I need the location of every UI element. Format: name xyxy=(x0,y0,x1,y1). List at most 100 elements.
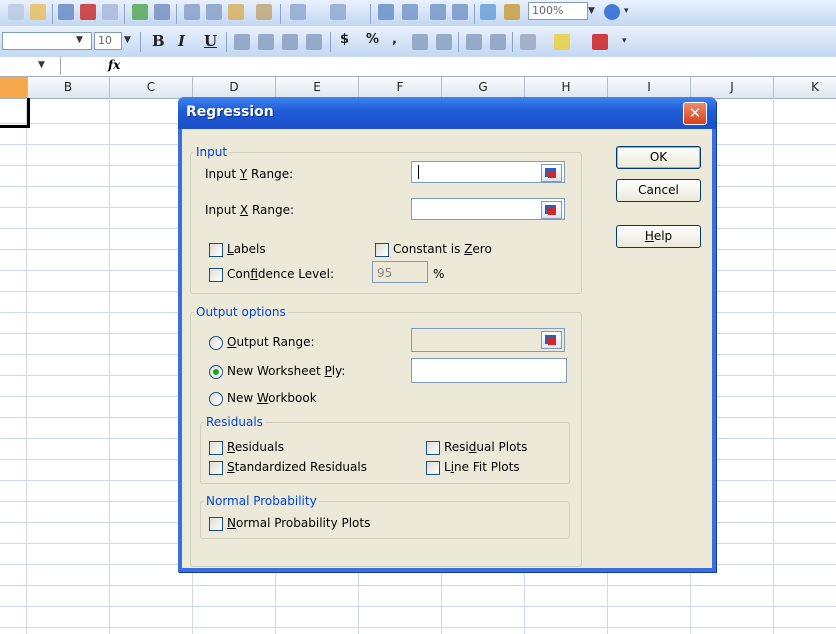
name-box-dropdown-icon[interactable]: ▼ xyxy=(38,60,45,70)
standard-toolbar: 100% ▼ ▾ xyxy=(0,0,836,27)
new-worksheet-ply-field[interactable] xyxy=(411,358,567,383)
residuals-checkbox[interactable] xyxy=(209,441,223,455)
increase-decimal-icon[interactable] xyxy=(412,34,428,50)
column-header-i[interactable]: I xyxy=(608,77,691,98)
constant-is-zero-label: Constant is Zero xyxy=(393,242,492,256)
comma-button[interactable]: , xyxy=(392,32,397,47)
decrease-indent-icon[interactable] xyxy=(466,34,482,50)
grid-row-line xyxy=(0,585,836,586)
standardized-residuals-label: Standardized Residuals xyxy=(227,460,367,474)
name-box[interactable] xyxy=(0,57,61,75)
column-header-d[interactable]: D xyxy=(193,77,276,98)
currency-button[interactable]: $ xyxy=(340,32,349,47)
ok-button[interactable]: OK xyxy=(616,146,701,169)
line-fit-plots-checkbox[interactable] xyxy=(426,461,440,475)
output-range-collapse-icon[interactable] xyxy=(541,331,562,349)
font-size-dropdown-icon[interactable]: ▼ xyxy=(124,35,131,45)
confidence-level-checkbox[interactable] xyxy=(209,268,223,282)
help-icon[interactable] xyxy=(604,4,620,20)
text-caret xyxy=(418,165,419,179)
zoom-value: 100% xyxy=(532,4,564,17)
column-header-k[interactable]: K xyxy=(774,77,836,98)
column-header-e[interactable]: E xyxy=(276,77,359,98)
grid-row-line xyxy=(0,627,836,628)
column-header-j[interactable]: J xyxy=(691,77,774,98)
fill-color-icon[interactable] xyxy=(554,34,570,50)
autosum-icon[interactable] xyxy=(402,4,418,20)
font-name-dropdown-icon[interactable]: ▼ xyxy=(76,35,83,45)
print-icon[interactable] xyxy=(102,4,118,20)
open-icon[interactable] xyxy=(30,4,46,20)
regression-dialog: Regression ✕ Input Input Y Range: Input … xyxy=(178,97,716,572)
format-painter-icon[interactable] xyxy=(256,4,272,20)
font-color-icon[interactable] xyxy=(592,34,608,50)
toolbar-options-icon[interactable]: ▾ xyxy=(624,6,629,16)
sort-descending-icon[interactable] xyxy=(452,4,468,20)
x-range-collapse-icon[interactable] xyxy=(541,201,562,219)
new-workbook-radio[interactable] xyxy=(209,392,223,406)
bold-button[interactable]: B xyxy=(152,32,165,50)
underline-button[interactable]: U xyxy=(204,32,217,50)
insert-function-icon[interactable]: fx xyxy=(108,58,120,72)
drawing-icon[interactable] xyxy=(504,4,520,20)
grid-column-line xyxy=(109,98,110,634)
dialog-body: Input Input Y Range: Input X Range: Labe… xyxy=(182,129,712,568)
column-header-b[interactable]: B xyxy=(27,77,110,98)
copy-icon[interactable] xyxy=(206,4,222,20)
italic-button[interactable]: I xyxy=(178,32,185,50)
permission-icon[interactable] xyxy=(80,4,96,20)
labels-checkbox[interactable] xyxy=(209,243,223,257)
input-x-range-label: Input X Range: xyxy=(205,203,295,217)
constant-is-zero-checkbox[interactable] xyxy=(375,243,389,257)
formatting-options-icon[interactable]: ▾ xyxy=(622,36,627,46)
percent-button[interactable]: % xyxy=(366,32,379,47)
normal-probability-plots-checkbox[interactable] xyxy=(209,517,223,531)
hyperlink-icon[interactable] xyxy=(378,4,394,20)
chart-wizard-icon[interactable] xyxy=(480,4,496,20)
cut-icon[interactable] xyxy=(184,4,200,20)
decrease-decimal-icon[interactable] xyxy=(436,34,452,50)
align-center-icon[interactable] xyxy=(258,34,274,50)
grid-column-line xyxy=(26,98,27,634)
increase-indent-icon[interactable] xyxy=(490,34,506,50)
research-icon[interactable] xyxy=(154,4,170,20)
percent-sign: % xyxy=(433,267,445,281)
help-button[interactable]: Help xyxy=(616,225,701,248)
font-size-box[interactable]: 10 xyxy=(94,32,122,50)
new-icon[interactable] xyxy=(8,4,24,20)
column-header-c[interactable]: C xyxy=(110,77,193,98)
cancel-button[interactable]: Cancel xyxy=(616,179,701,202)
formatting-toolbar: ▼ 10 ▼ B I U $ % , ▾ xyxy=(0,26,836,58)
residual-plots-checkbox[interactable] xyxy=(426,441,440,455)
row-header-corner[interactable] xyxy=(0,77,28,98)
confidence-level-field[interactable]: 95 xyxy=(372,261,428,283)
column-header-h[interactable]: H xyxy=(525,77,608,98)
zoom-box[interactable]: 100% xyxy=(528,2,588,20)
zoom-dropdown-icon[interactable]: ▼ xyxy=(588,6,595,16)
column-headers: BCDEFGHIJK xyxy=(0,77,836,99)
align-left-icon[interactable] xyxy=(234,34,250,50)
confidence-level-label: Confidence Level: xyxy=(227,267,335,281)
merge-center-icon[interactable] xyxy=(306,34,322,50)
new-worksheet-ply-label: New Worksheet Ply: xyxy=(227,364,346,378)
borders-icon[interactable] xyxy=(520,34,536,50)
dialog-titlebar[interactable]: Regression ✕ xyxy=(178,97,716,129)
column-header-g[interactable]: G xyxy=(442,77,525,98)
undo-icon[interactable] xyxy=(290,4,306,20)
column-header-f[interactable]: F xyxy=(359,77,442,98)
input-y-range-label: Input Y Range: xyxy=(205,167,294,181)
paste-icon[interactable] xyxy=(228,4,244,20)
active-cell[interactable] xyxy=(0,98,30,128)
close-icon[interactable]: ✕ xyxy=(683,102,707,125)
redo-icon[interactable] xyxy=(330,4,346,20)
output-options-legend: Output options xyxy=(194,305,288,319)
new-worksheet-ply-radio[interactable] xyxy=(209,365,223,379)
standardized-residuals-checkbox[interactable] xyxy=(209,461,223,475)
spelling-icon[interactable] xyxy=(132,4,148,20)
save-icon[interactable] xyxy=(58,4,74,20)
sort-ascending-icon[interactable] xyxy=(430,4,446,20)
output-range-radio[interactable] xyxy=(209,336,223,350)
align-right-icon[interactable] xyxy=(282,34,298,50)
y-range-collapse-icon[interactable] xyxy=(541,164,562,182)
line-fit-plots-label: Line Fit Plots xyxy=(444,460,520,474)
